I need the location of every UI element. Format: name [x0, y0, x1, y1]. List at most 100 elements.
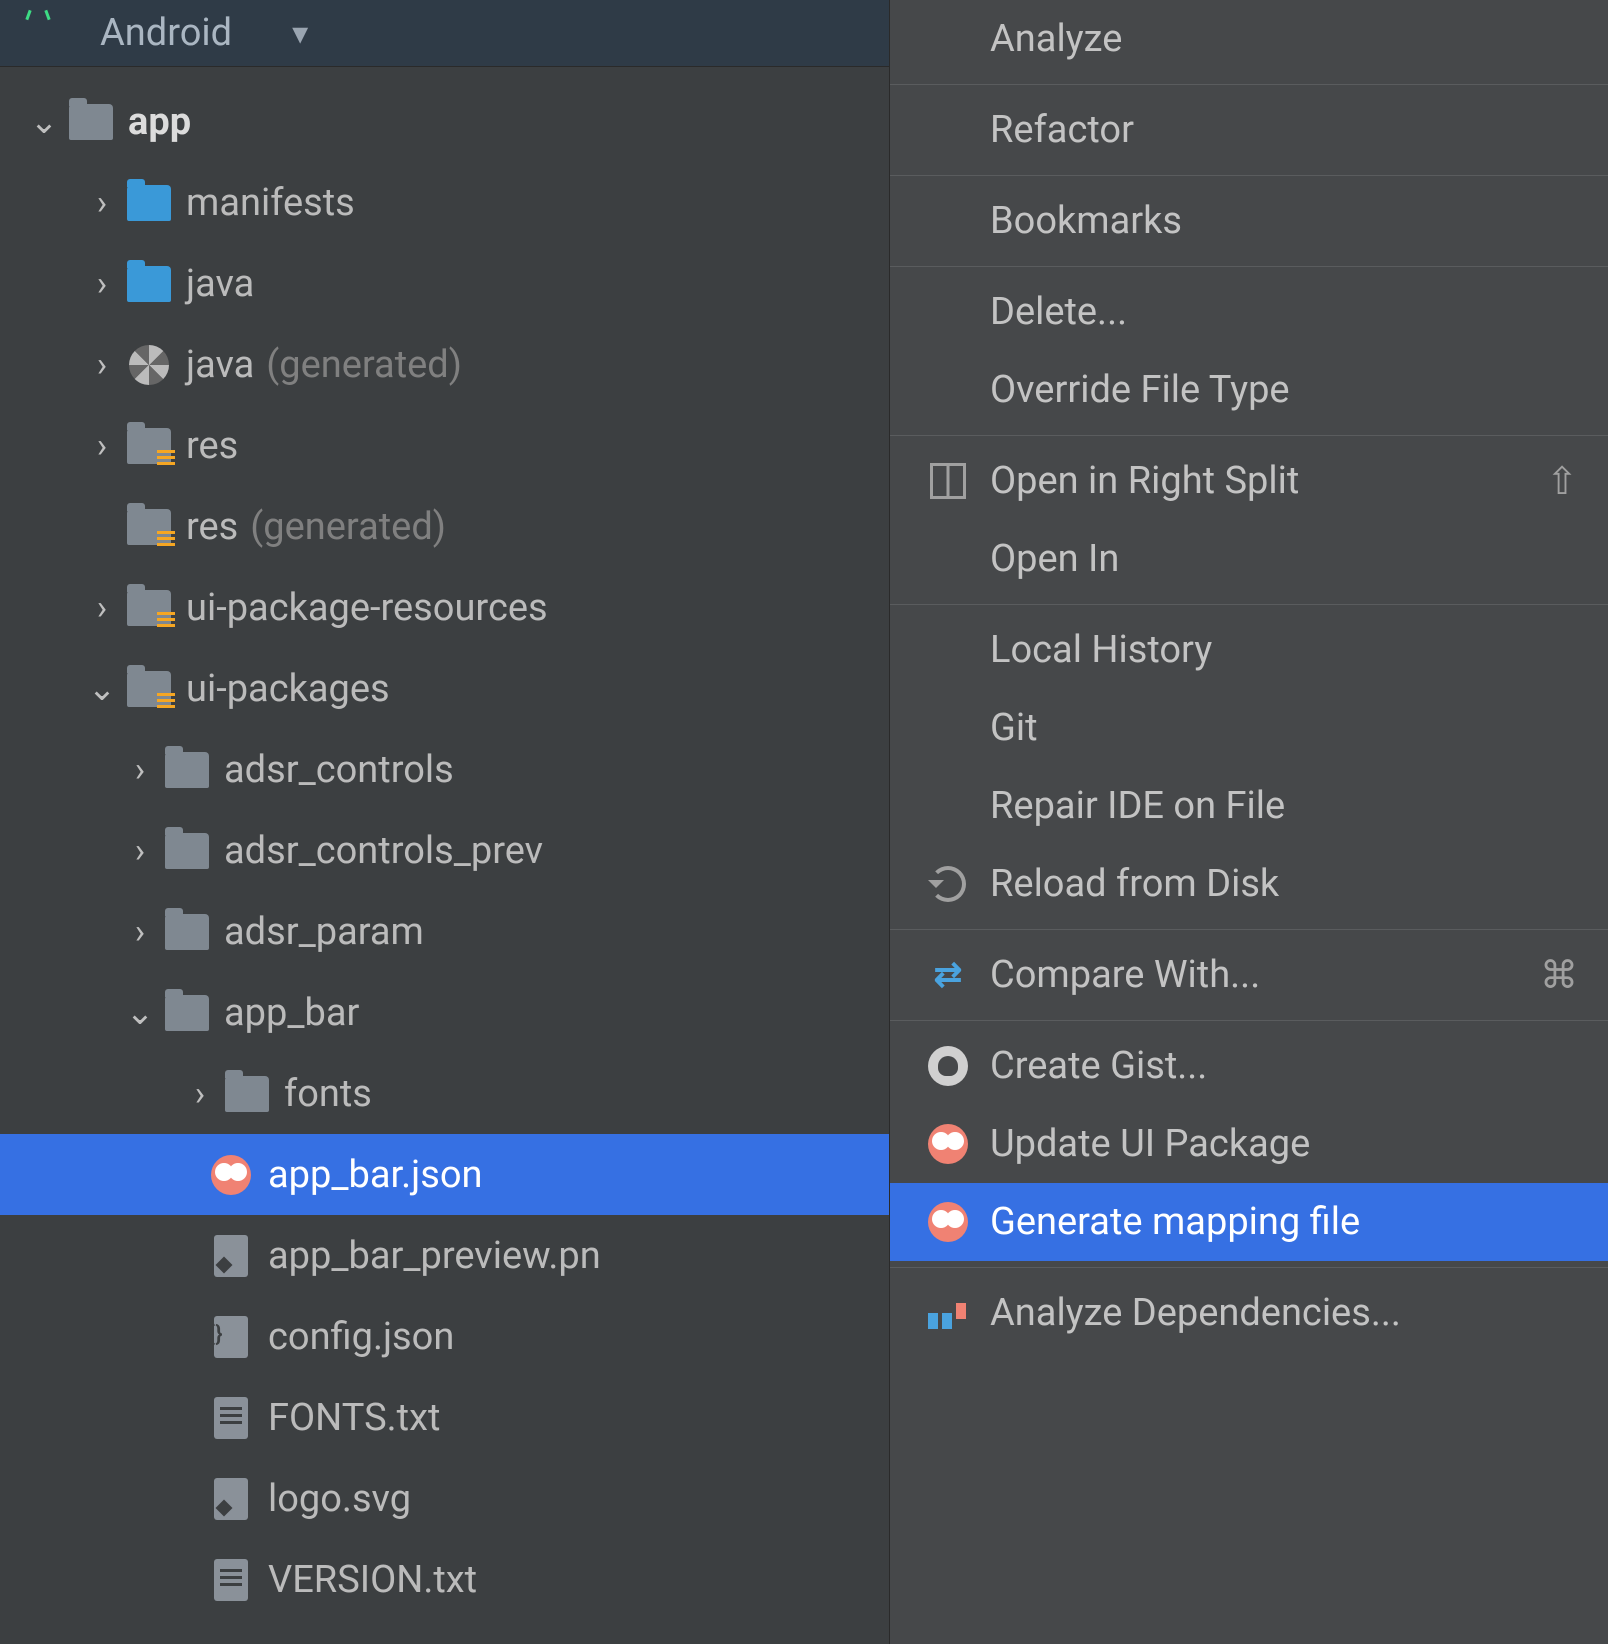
tree-node-adsr-controls[interactable]: › adsr_controls	[0, 729, 889, 810]
chevron-right-icon: ›	[78, 264, 126, 304]
menu-separator	[890, 266, 1608, 267]
chevron-right-icon: ›	[116, 831, 164, 871]
tree-node-logo-svg[interactable]: logo.svg	[0, 1458, 889, 1539]
menu-label: Local History	[990, 628, 1212, 672]
menu-separator	[890, 84, 1608, 85]
menu-item-update-ui-package[interactable]: Update UI Package	[890, 1105, 1608, 1183]
tree-label: logo.svg	[268, 1477, 411, 1521]
chevron-right-icon: ›	[78, 345, 126, 385]
chevron-right-icon: ›	[116, 750, 164, 790]
chevron-right-icon: ›	[116, 912, 164, 952]
tree-label: FONTS.txt	[268, 1396, 440, 1440]
tree-label: app_bar_preview.pn	[268, 1234, 601, 1278]
tree-label: res	[186, 424, 238, 468]
tree-label: VERSION.txt	[268, 1558, 477, 1602]
menu-item-override-file-type[interactable]: Override File Type	[890, 351, 1608, 429]
project-tree-pane: Android ▾ ⌄ app › manifests › java ›	[0, 0, 889, 1644]
chevron-right-icon: ›	[176, 1074, 224, 1114]
folder-icon	[164, 990, 210, 1036]
menu-item-create-gist[interactable]: Create Gist...	[890, 1027, 1608, 1105]
chevron-right-icon: ›	[78, 426, 126, 466]
menu-label: Bookmarks	[990, 199, 1182, 243]
menu-label: Update UI Package	[990, 1122, 1310, 1166]
tree-node-fonts[interactable]: › fonts	[0, 1053, 889, 1134]
tree-node-app[interactable]: ⌄ app	[0, 81, 889, 162]
menu-item-open-in[interactable]: Open In	[890, 520, 1608, 598]
tree-node-version-txt[interactable]: VERSION.txt	[0, 1539, 889, 1620]
context-menu: Analyze Refactor Bookmarks Delete... Ove…	[889, 0, 1608, 1644]
tree-label: res	[186, 505, 238, 549]
menu-item-reload-from-disk[interactable]: Reload from Disk	[890, 845, 1608, 923]
tree-node-fonts-txt[interactable]: FONTS.txt	[0, 1377, 889, 1458]
tree-node-manifests[interactable]: › manifests	[0, 162, 889, 243]
menu-item-refactor[interactable]: Refactor	[890, 91, 1608, 169]
tree-node-res-generated[interactable]: › res (generated)	[0, 486, 889, 567]
tree-node-app-bar-json[interactable]: app_bar.json	[0, 1134, 889, 1215]
tree-node-ui-package-resources[interactable]: › ui-package-resources	[0, 567, 889, 648]
tree-label: adsr_param	[224, 910, 424, 954]
tree-node-config-json[interactable]: config.json	[0, 1296, 889, 1377]
menu-item-git[interactable]: Git	[890, 689, 1608, 767]
tree-label: java	[186, 343, 254, 387]
tree-node-adsr-param[interactable]: › adsr_param	[0, 891, 889, 972]
image-file-icon	[208, 1476, 254, 1522]
tree-label: ui-package-resources	[186, 586, 548, 630]
menu-item-repair-ide[interactable]: Repair IDE on File	[890, 767, 1608, 845]
relay-icon	[926, 1122, 970, 1166]
tree-node-app-bar[interactable]: ⌄ app_bar	[0, 972, 889, 1053]
menu-separator	[890, 175, 1608, 176]
menu-label: Open In	[990, 537, 1119, 581]
tree-node-ui-packages[interactable]: ⌄ ui-packages	[0, 648, 889, 729]
json-file-icon	[208, 1314, 254, 1360]
image-file-icon	[208, 1233, 254, 1279]
tree-label: adsr_controls	[224, 748, 454, 792]
chevron-right-icon: ›	[78, 183, 126, 223]
menu-item-delete[interactable]: Delete...	[890, 273, 1608, 351]
menu-item-open-right-split[interactable]: Open in Right Split ⇧	[890, 442, 1608, 520]
menu-label: Create Gist...	[990, 1044, 1207, 1088]
menu-label: Analyze	[990, 17, 1122, 61]
project-tree: ⌄ app › manifests › java › java (generat…	[0, 67, 889, 1620]
split-right-icon	[926, 459, 970, 503]
menu-item-compare-with[interactable]: ⇄ Compare With... ⌘	[890, 936, 1608, 1014]
relay-file-icon	[208, 1152, 254, 1198]
view-label: Android	[100, 11, 232, 55]
tree-node-res[interactable]: › res	[0, 405, 889, 486]
menu-separator	[890, 929, 1608, 930]
menu-label: Open in Right Split	[990, 459, 1299, 503]
menu-label: Compare With...	[990, 953, 1260, 997]
chevron-down-icon: ⌄	[20, 102, 68, 142]
resource-folder-icon	[126, 585, 172, 631]
menu-label: Analyze Dependencies...	[990, 1291, 1401, 1335]
folder-icon	[164, 909, 210, 955]
tree-node-adsr-controls-prev[interactable]: › adsr_controls_prev	[0, 810, 889, 891]
menu-label: Git	[990, 706, 1038, 750]
menu-separator	[890, 604, 1608, 605]
project-view-switcher[interactable]: Android ▾	[0, 0, 889, 67]
folder-icon	[126, 180, 172, 226]
chevron-down-icon: ⌄	[116, 993, 164, 1033]
module-folder-icon	[68, 99, 114, 145]
folder-icon	[126, 261, 172, 307]
menu-item-bookmarks[interactable]: Bookmarks	[890, 182, 1608, 260]
android-icon	[38, 18, 78, 48]
folder-icon	[164, 747, 210, 793]
tree-node-app-bar-preview[interactable]: app_bar_preview.pn	[0, 1215, 889, 1296]
tree-node-java-generated[interactable]: › java (generated)	[0, 324, 889, 405]
menu-label: Override File Type	[990, 368, 1290, 412]
menu-item-generate-mapping-file[interactable]: Generate mapping file	[890, 1183, 1608, 1261]
tree-label: app_bar.json	[268, 1153, 482, 1197]
chevron-down-icon: ▾	[292, 14, 308, 52]
tree-label: ui-packages	[186, 667, 390, 711]
tree-label: manifests	[186, 181, 355, 225]
tree-label: adsr_controls_prev	[224, 829, 543, 873]
menu-item-analyze[interactable]: Analyze	[890, 0, 1608, 78]
dependencies-icon	[926, 1291, 970, 1335]
menu-label: Delete...	[990, 290, 1127, 334]
tree-node-java[interactable]: › java	[0, 243, 889, 324]
tree-suffix: (generated)	[250, 505, 446, 549]
tree-label: fonts	[284, 1072, 372, 1116]
menu-item-local-history[interactable]: Local History	[890, 611, 1608, 689]
compare-icon: ⇄	[926, 953, 970, 997]
menu-item-analyze-dependencies[interactable]: Analyze Dependencies...	[890, 1274, 1608, 1352]
